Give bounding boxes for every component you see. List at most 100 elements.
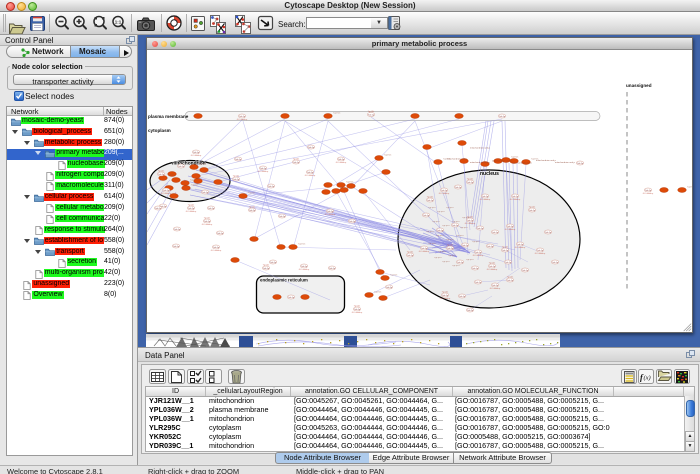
svg-text:Ygr 02c: Ygr 02c [407, 250, 414, 253]
svg-text:Yab 1p: Yab 1p [545, 232, 552, 234]
svg-text:Ygr 02c: Ygr 02c [489, 261, 496, 264]
svg-text:Ygl 2p-4: Ygl 2p-4 [446, 207, 454, 209]
svg-text:GO rnetab p: GO rnetab p [305, 174, 315, 177]
svg-text:Ygl 2p-4: Ygl 2p-4 [462, 217, 470, 219]
svg-text:Yab 1p: Yab 1p [213, 247, 220, 249]
svg-text:GO rnetab p: GO rnetab p [473, 254, 483, 257]
svg-text:endoplasmic reticulum: endoplasmic reticulum [260, 278, 308, 283]
svg-text:GO rnetab p: GO rnetab p [480, 198, 490, 201]
svg-text:(x): (x) [644, 375, 651, 382]
svg-text:Yab 1p: Yab 1p [423, 215, 430, 217]
svg-text:Ygr192c: Ygr192c [346, 182, 353, 184]
svg-text:Yab 1p: Yab 1p [457, 262, 464, 264]
svg-text:unassigned: unassigned [626, 83, 652, 88]
svg-text:Ygr 02c: Ygr 02c [368, 110, 375, 113]
svg-text:Yab 1p: Yab 1p [279, 216, 286, 218]
svg-text:Ygr 02c: Ygr 02c [507, 275, 514, 278]
svg-text:Ygr192c: Ygr192c [390, 275, 397, 277]
svg-text:Ygr 02c: Ygr 02c [263, 263, 270, 266]
svg-text:Ygr192c: Ygr192c [199, 164, 206, 166]
svg-text:Ygl 2p-4: Ygl 2p-4 [446, 239, 454, 241]
svg-text:GO rnetab p: GO rnetab p [186, 210, 196, 213]
svg-text:Ygr 02c: Ygr 02c [293, 157, 300, 160]
svg-text:GO rnetab p: GO rnetab p [325, 213, 335, 216]
svg-text:Yab 1p: Yab 1p [301, 266, 308, 268]
svg-text:Yab 1p: Yab 1p [158, 174, 165, 176]
svg-text:GO rnetab p: GO rnetab p [352, 311, 362, 314]
svg-text:Yab 1p: Yab 1p [174, 229, 181, 231]
svg-text:Yab 1p: Yab 1p [437, 230, 444, 232]
svg-text:Ygl 2p-4: Ygl 2p-4 [452, 265, 460, 267]
svg-text:Yab 1p: Yab 1p [268, 186, 275, 188]
svg-text:Ygl 2p-4: Ygl 2p-4 [428, 243, 436, 245]
svg-text:Yab 1p: Yab 1p [482, 196, 489, 198]
svg-text:Yab 1p: Yab 1p [502, 250, 509, 252]
svg-text:Ygr192c: Ygr192c [191, 185, 198, 187]
svg-text:1:1: 1:1 [115, 20, 122, 25]
svg-text:GO rnetab p: GO rnetab p [211, 249, 221, 252]
svg-text:mitochondrion and p: mitochondrion and p [536, 159, 557, 162]
svg-text:Yab 1p: Yab 1p [452, 225, 459, 227]
svg-text:Yab 1p: Yab 1p [477, 228, 484, 230]
svg-text:Yab 1p: Yab 1p [475, 252, 482, 254]
svg-text:Ygr192c: Ygr192c [333, 113, 340, 115]
svg-text:Ygr 02c: Ygr 02c [427, 195, 434, 198]
svg-text:Ygr 02c: Ygr 02c [233, 174, 240, 177]
svg-text:Yab 1p: Yab 1p [645, 190, 652, 192]
svg-text:Yab 1p: Yab 1p [349, 221, 356, 223]
svg-text:Ygr192c: Ygr192c [298, 244, 305, 246]
svg-text:Ygr192c: Ygr192c [168, 175, 175, 177]
svg-text:Yab 1p: Yab 1p [239, 116, 246, 118]
svg-text:cytoplasm: cytoplasm [148, 128, 171, 133]
svg-text:GO rnetab p: GO rnetab p [515, 246, 525, 249]
svg-text:mitochondrion and p: mitochondrion and p [512, 162, 533, 165]
svg-text:Yab 1p: Yab 1p [459, 296, 466, 298]
svg-text:Ygl 2p-4: Ygl 2p-4 [438, 251, 446, 253]
svg-text:Yab 1p: Yab 1p [208, 208, 215, 210]
svg-text:Ygl 2p-4: Ygl 2p-4 [442, 261, 450, 263]
svg-text:Yab 1p: Yab 1p [263, 268, 270, 270]
svg-text:Ygl 2p-4: Ygl 2p-4 [428, 207, 436, 209]
svg-text:Yab 1p: Yab 1p [217, 233, 224, 235]
svg-text:Ygr 02c: Ygr 02c [188, 203, 195, 206]
svg-text:Ygr 02c: Ygr 02c [447, 243, 454, 246]
svg-text:Yab 1p: Yab 1p [178, 166, 185, 168]
svg-text:Yab 1p: Yab 1p [492, 232, 499, 234]
svg-text:Yab 1p: Yab 1p [407, 255, 414, 257]
svg-text:Yab 1p: Yab 1p [329, 268, 336, 270]
svg-text:Yab 1p: Yab 1p [327, 211, 334, 213]
svg-text:Yab 1p: Yab 1p [487, 246, 494, 248]
svg-text:Ygl 2p-4: Ygl 2p-4 [460, 227, 468, 229]
svg-text:Ygr 02c: Ygr 02c [442, 290, 449, 293]
svg-text:Yab 1p: Yab 1p [202, 192, 209, 194]
svg-text:Ygr192c: Ygr192c [248, 193, 255, 195]
svg-text:Ygr192c: Ygr192c [384, 155, 391, 157]
svg-text:Yab 1p: Yab 1p [338, 159, 345, 161]
svg-text:Yab 1p: Yab 1p [173, 246, 180, 248]
svg-text:Yab 1p: Yab 1p [354, 309, 361, 311]
svg-text:Ygl 2p-4: Ygl 2p-4 [448, 255, 456, 257]
svg-text:Ygr 02c: Ygr 02c [467, 177, 474, 180]
svg-text:GO rnetab p: GO rnetab p [336, 161, 346, 164]
svg-text:Yab 1p: Yab 1p [427, 200, 434, 202]
svg-text:Yab 1p: Yab 1p [505, 262, 512, 264]
svg-text:Yab 1p: Yab 1p [462, 245, 469, 247]
svg-text:mitochondrion and p: mitochondrion and p [470, 161, 491, 164]
svg-text:Yab 1p: Yab 1p [270, 262, 277, 264]
svg-text:Ygl 2p-4: Ygl 2p-4 [437, 211, 445, 213]
svg-text:GO rnetab p: GO rnetab p [490, 287, 500, 290]
svg-text:Yab 1p: Yab 1p [260, 168, 267, 170]
svg-text:Ygr 02c: Ygr 02c [354, 304, 361, 307]
svg-text:Ygr192c: Ygr192c [511, 157, 518, 159]
svg-text:GO rnetab p: GO rnetab p [419, 250, 429, 253]
svg-text:Yab 1p: Yab 1p [421, 248, 428, 250]
svg-text:Ygr 02c: Ygr 02c [204, 216, 211, 219]
svg-text:Ygl 2p-4: Ygl 2p-4 [456, 235, 464, 237]
svg-text:Yab 1p: Yab 1p [472, 268, 479, 270]
svg-text:GO rnetab p: GO rnetab p [487, 268, 497, 271]
svg-text:mitochondrion and p: mitochondrion and p [555, 161, 576, 164]
svg-text:Yab 1p: Yab 1p [307, 172, 314, 174]
svg-text:Yab 1p: Yab 1p [517, 244, 524, 246]
svg-text:Yab 1p: Yab 1p [155, 208, 162, 210]
svg-text:Yab 1p: Yab 1p [455, 187, 462, 189]
